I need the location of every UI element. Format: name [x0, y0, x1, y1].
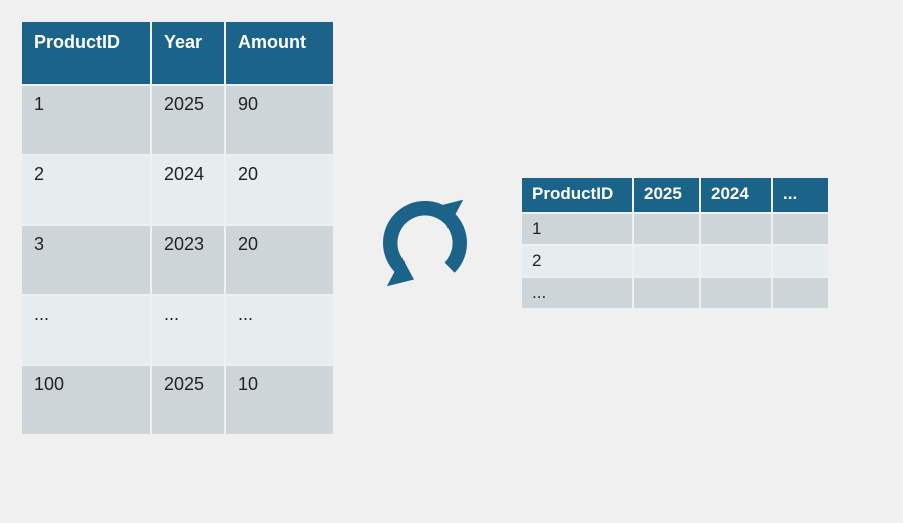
cell-val — [773, 246, 828, 276]
pivot-header-productid: ProductID — [522, 178, 632, 212]
transform-icon — [365, 183, 485, 303]
cell-pid: ... — [22, 296, 150, 364]
pivot-header-year2: 2024 — [701, 178, 771, 212]
cell-year: 2025 — [152, 366, 224, 434]
cell-year: ... — [152, 296, 224, 364]
cell-val — [701, 246, 771, 276]
pivot-table: ProductID 2025 2024 ... 1 2 — [520, 176, 830, 310]
cell-val — [701, 214, 771, 244]
cell-val — [634, 214, 699, 244]
cell-amount: 90 — [226, 86, 333, 154]
cell-pid: ... — [522, 278, 632, 308]
source-header-productid: ProductID — [22, 22, 150, 84]
cell-year: 2025 — [152, 86, 224, 154]
table-row: 3 2023 20 — [22, 226, 333, 294]
cell-amount: ... — [226, 296, 333, 364]
cell-val — [701, 278, 771, 308]
cell-val — [634, 246, 699, 276]
refresh-cycle-icon — [365, 183, 485, 303]
cell-amount: 20 — [226, 226, 333, 294]
cell-pid: 2 — [522, 246, 632, 276]
source-table: ProductID Year Amount 1 2025 90 2 2024 2… — [20, 20, 335, 436]
pivot-header-more: ... — [773, 178, 828, 212]
cell-val — [773, 278, 828, 308]
table-row: ... ... ... — [22, 296, 333, 364]
cell-val — [634, 278, 699, 308]
cell-pid: 3 — [22, 226, 150, 294]
cell-val — [773, 214, 828, 244]
table-row: 1 — [522, 214, 828, 244]
cell-pid: 1 — [22, 86, 150, 154]
cell-pid: 1 — [522, 214, 632, 244]
cell-year: 2023 — [152, 226, 224, 294]
cell-amount: 10 — [226, 366, 333, 434]
cell-pid: 100 — [22, 366, 150, 434]
source-header-year: Year — [152, 22, 224, 84]
table-row: 100 2025 10 — [22, 366, 333, 434]
cell-pid: 2 — [22, 156, 150, 224]
table-row: ... — [522, 278, 828, 308]
cell-year: 2024 — [152, 156, 224, 224]
pivot-header-year1: 2025 — [634, 178, 699, 212]
table-row: 2 — [522, 246, 828, 276]
table-row: 2 2024 20 — [22, 156, 333, 224]
diagram-container: ProductID Year Amount 1 2025 90 2 2024 2… — [0, 0, 903, 456]
table-row: 1 2025 90 — [22, 86, 333, 154]
source-header-amount: Amount — [226, 22, 333, 84]
cell-amount: 20 — [226, 156, 333, 224]
